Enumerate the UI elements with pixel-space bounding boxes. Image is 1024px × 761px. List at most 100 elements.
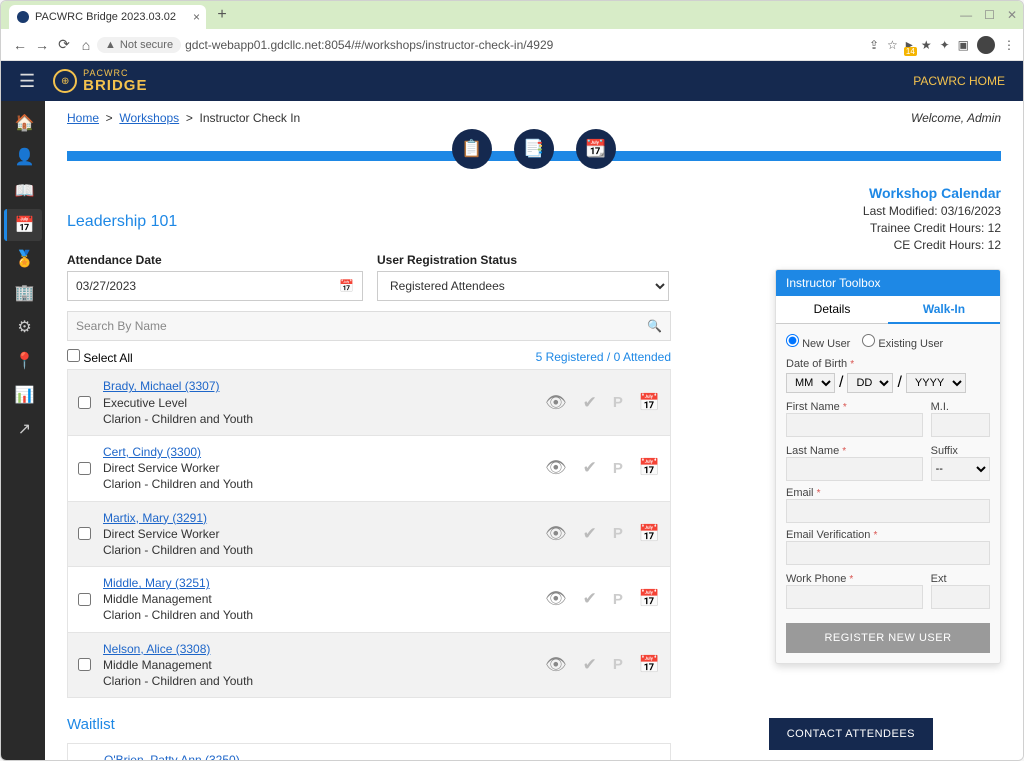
attendee-name-link[interactable]: Martix, Mary (3291) <box>103 511 207 525</box>
calendar-action-icon[interactable]: 📋 <box>452 129 492 169</box>
radio-new-user[interactable]: New User <box>786 334 850 350</box>
register-new-user-button[interactable]: REGISTER NEW USER <box>786 623 990 653</box>
contact-attendees-button[interactable]: CONTACT ATTENDEES <box>769 718 933 750</box>
attendee-checkbox[interactable] <box>78 593 91 606</box>
suffix-select[interactable]: -- <box>931 457 990 481</box>
p-icon[interactable]: P <box>613 460 623 477</box>
tab-details[interactable]: Details <box>776 296 888 324</box>
url-text[interactable]: gdct-webapp01.gdcllc.net:8054/#/workshop… <box>185 38 869 52</box>
bookmark2-icon[interactable]: ★ <box>921 38 932 52</box>
attendance-date-label: Attendance Date <box>67 253 363 267</box>
menu-icon[interactable]: ⋮ <box>1003 38 1015 52</box>
eye-icon[interactable]: 👁 <box>545 655 567 675</box>
attendee-org: Clarion - Children and Youth <box>103 477 253 491</box>
check-circle-icon[interactable]: ✔ <box>583 458 597 478</box>
eye-icon[interactable]: 👁 <box>545 458 567 478</box>
nav-location-icon[interactable]: 📍 <box>4 345 42 377</box>
security-badge[interactable]: ▲ Not secure <box>97 37 181 53</box>
list-action-icon[interactable]: 📑 <box>514 129 554 169</box>
pacwrc-home-link[interactable]: PACWRC HOME <box>913 74 1005 88</box>
window-maximize-icon[interactable]: ☐ <box>984 8 995 22</box>
radio-existing-user[interactable]: Existing User <box>862 334 943 350</box>
p-icon[interactable]: P <box>613 591 623 608</box>
select-all-checkbox[interactable] <box>67 349 80 362</box>
tab-walkin[interactable]: Walk-In <box>888 296 1000 324</box>
attendee-checkbox[interactable] <box>78 396 91 409</box>
share-icon[interactable]: ⇪ <box>869 38 879 52</box>
attendee-info: Martix, Mary (3291) Direct Service Worke… <box>103 510 545 559</box>
attendee-name-link[interactable]: Cert, Cindy (3300) <box>103 445 201 459</box>
reload-icon[interactable]: ⟳ <box>53 36 75 53</box>
panel-icon[interactable]: ▣ <box>958 38 969 52</box>
mi-input[interactable] <box>931 413 990 437</box>
eye-icon[interactable]: 👁 <box>545 393 567 413</box>
attendee-name-link[interactable]: Brady, Michael (3307) <box>103 379 220 393</box>
lastname-input[interactable] <box>786 457 923 481</box>
firstname-input[interactable] <box>786 413 923 437</box>
close-tab-icon[interactable]: × <box>193 10 200 24</box>
nav-gear-icon[interactable]: ⚙ <box>4 311 42 343</box>
schedule-icon[interactable]: 📅 <box>639 393 660 413</box>
browser-tab[interactable]: PACWRC Bridge 2023.03.02 × <box>9 5 206 29</box>
eye-icon[interactable]: 👁 <box>545 524 567 544</box>
forward-icon[interactable]: → <box>31 37 53 53</box>
nav-calendar-icon[interactable]: 📅 <box>4 209 42 241</box>
waitlist-name-link[interactable]: O'Brien, Patty Ann (3250) <box>104 753 240 760</box>
calendar-picker-icon[interactable]: 📅 <box>339 279 354 293</box>
nav-award-icon[interactable]: 🏅 <box>4 243 42 275</box>
ext-input[interactable] <box>931 585 990 609</box>
nav-home-icon[interactable]: 🏠 <box>4 107 42 139</box>
nav-chart-icon[interactable]: 📊 <box>4 379 42 411</box>
select-all-label[interactable]: Select All <box>67 349 133 365</box>
puzzle-icon[interactable]: ✦ <box>940 38 950 52</box>
registration-status-select[interactable]: Registered Attendees <box>377 271 669 301</box>
schedule-icon[interactable]: 📅 <box>639 524 660 544</box>
dob-day[interactable]: DD <box>847 373 893 393</box>
breadcrumb-workshops[interactable]: Workshops <box>119 111 179 125</box>
back-icon[interactable]: ← <box>9 37 31 53</box>
nav-external-icon[interactable]: ↗ <box>4 413 42 445</box>
app-logo[interactable]: ⊕ PACWRC BRIDGE <box>53 69 147 93</box>
dob-year[interactable]: YYYY <box>906 373 966 393</box>
p-icon[interactable]: P <box>613 656 623 673</box>
ext-label: Ext <box>931 573 990 585</box>
profile-avatar[interactable] <box>977 36 995 54</box>
breadcrumb-home[interactable]: Home <box>67 111 99 125</box>
check-circle-icon[interactable]: ✔ <box>583 655 597 675</box>
hamburger-icon[interactable]: ☰ <box>19 71 35 92</box>
dob-month[interactable]: MM <box>786 373 835 393</box>
welcome-text: Welcome, Admin <box>911 111 1001 125</box>
attendee-checkbox[interactable] <box>78 658 91 671</box>
extension-icon[interactable]: ▸14 <box>906 36 913 53</box>
schedule-icon[interactable]: 📅 <box>639 589 660 609</box>
schedule-icon[interactable]: 📅 <box>639 458 660 478</box>
nav-building-icon[interactable]: 🏢 <box>4 277 42 309</box>
nav-user-icon[interactable]: 👤 <box>4 141 42 173</box>
check-circle-icon[interactable]: ✔ <box>583 524 597 544</box>
window-close-icon[interactable]: ✕ <box>1007 8 1017 22</box>
attendee-name-link[interactable]: Middle, Mary (3251) <box>103 576 210 590</box>
email-verify-input[interactable] <box>786 541 990 565</box>
phone-input[interactable] <box>786 585 923 609</box>
nav-book-icon[interactable]: 📖 <box>4 175 42 207</box>
action-icon-row: 📋 📑 📆 <box>67 129 1001 183</box>
schedule-icon[interactable]: 📅 <box>639 655 660 675</box>
workshop-calendar-link[interactable]: Workshop Calendar <box>869 185 1001 201</box>
email-input[interactable] <box>786 499 990 523</box>
bookmark-icon[interactable]: ☆ <box>887 38 898 52</box>
search-input[interactable]: Search By Name 🔍 <box>67 311 671 341</box>
p-icon[interactable]: P <box>613 394 623 411</box>
attendance-date-input[interactable]: 03/27/2023 📅 <box>67 271 363 301</box>
p-icon[interactable]: P <box>613 525 623 542</box>
check-circle-icon[interactable]: ✔ <box>583 589 597 609</box>
date-action-icon[interactable]: 📆 <box>576 129 616 169</box>
attendee-checkbox[interactable] <box>78 527 91 540</box>
new-tab-button[interactable]: + <box>212 5 232 25</box>
check-circle-icon[interactable]: ✔ <box>583 393 597 413</box>
home-icon[interactable]: ⌂ <box>75 37 97 53</box>
eye-icon[interactable]: 👁 <box>545 589 567 609</box>
attendee-checkbox[interactable] <box>78 462 91 475</box>
registered-count: 5 Registered / 0 Attended <box>536 350 671 364</box>
attendee-name-link[interactable]: Nelson, Alice (3308) <box>103 642 210 656</box>
window-minimize-icon[interactable]: — <box>960 8 972 22</box>
